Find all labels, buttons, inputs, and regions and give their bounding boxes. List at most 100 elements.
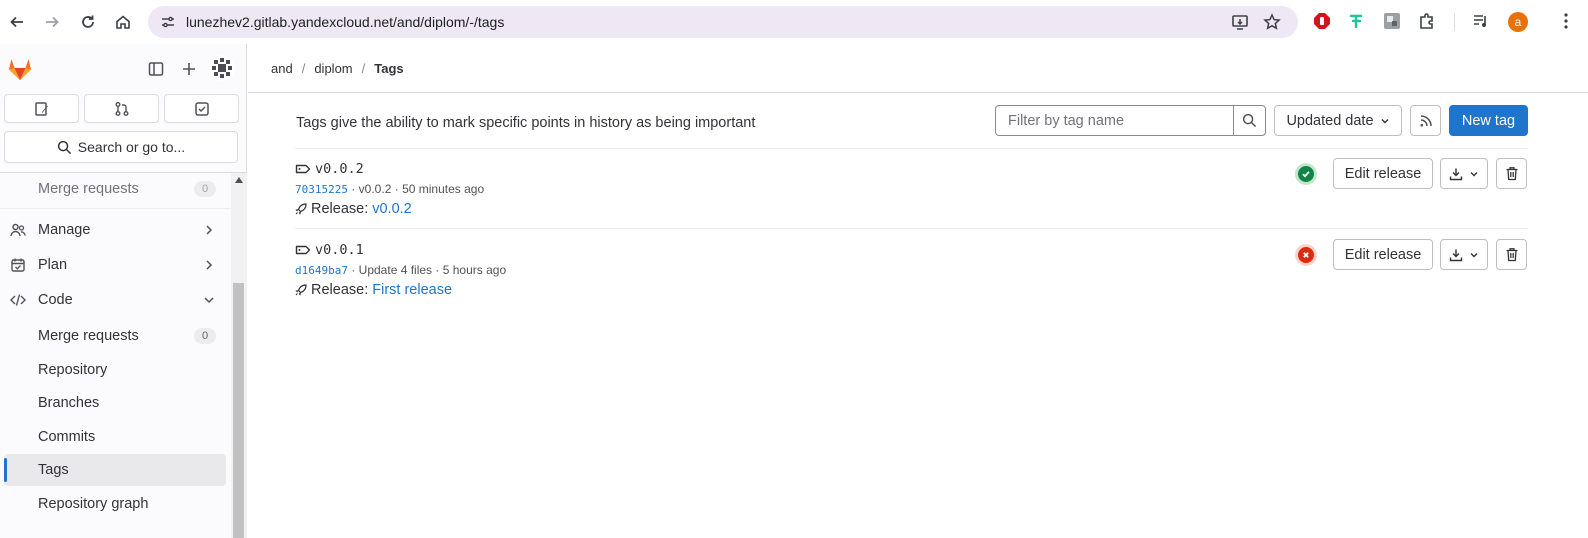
address-bar[interactable]: lunezhev2.gitlab.yandexcloud.net/and/dip… <box>148 6 1298 38</box>
translator-extension-icon[interactable] <box>1347 11 1367 31</box>
edit-release-button[interactable]: Edit release <box>1333 158 1433 189</box>
filter-placeholder: Filter by tag name <box>1008 113 1125 129</box>
media-controls-icon[interactable] <box>1471 11 1491 31</box>
breadcrumb-item-group[interactable]: and <box>271 61 293 76</box>
tag-commit-meta: d1649ba7 · Update 4 files · 5 hours ago <box>295 263 506 277</box>
scrollbar-thumb[interactable] <box>233 283 244 538</box>
tag-name[interactable]: v0.0.1 <box>295 242 364 258</box>
browser-toolbar: lunezhev2.gitlab.yandexcloud.net/and/dip… <box>0 0 1588 44</box>
delete-tag-button[interactable] <box>1496 239 1527 270</box>
header-divider <box>248 92 1588 93</box>
sort-dropdown[interactable]: Updated date <box>1274 105 1402 136</box>
sort-label: Updated date <box>1286 112 1374 129</box>
merge-requests-counter[interactable] <box>84 94 159 123</box>
search-icon <box>57 140 71 154</box>
pipeline-status-success[interactable] <box>1295 163 1317 185</box>
home-icon[interactable] <box>110 9 136 35</box>
gitlab-logo-icon[interactable] <box>6 55 34 83</box>
meta-separator: · <box>351 182 359 196</box>
sidebar-item-label: Commits <box>38 429 96 445</box>
forward-icon[interactable] <box>39 9 65 35</box>
download-dropdown[interactable] <box>1440 158 1488 189</box>
search-icon <box>1242 113 1257 128</box>
breadcrumb-item-current[interactable]: Tags <box>374 61 403 76</box>
tag-release: Release: v0.0.2 <box>295 201 412 217</box>
chevron-down-icon <box>1470 171 1478 176</box>
pipeline-status-failed[interactable] <box>1295 244 1317 266</box>
delete-tag-button[interactable] <box>1496 158 1527 189</box>
issues-icon <box>34 101 48 116</box>
sidebar-item-branches[interactable]: Branches <box>4 387 226 419</box>
count-badge: 0 <box>194 328 216 344</box>
sidebar-item-label: Merge requests <box>38 181 139 197</box>
download-icon <box>1449 249 1463 261</box>
sidebar-item-code-merge-requests[interactable]: Merge requests 0 <box>4 320 226 352</box>
sidebar-item-code[interactable]: Code <box>4 284 226 316</box>
commit-sha-link[interactable]: 70315225 <box>295 183 348 196</box>
create-new-icon[interactable] <box>178 58 200 80</box>
toggle-sidebar-icon[interactable] <box>145 58 167 80</box>
issues-counter[interactable] <box>4 94 79 123</box>
reload-icon[interactable] <box>75 9 101 35</box>
edit-release-button[interactable]: Edit release <box>1333 239 1433 270</box>
chevron-down-icon <box>1381 118 1389 123</box>
sidebar-item-plan[interactable]: Plan <box>4 249 226 281</box>
commit-time: 5 hours ago <box>442 263 507 277</box>
commit-sha-link[interactable]: d1649ba7 <box>295 264 348 277</box>
sidebar-scrollbar[interactable] <box>231 173 247 538</box>
sidebar-header <box>0 44 247 94</box>
sidebar-item-label: Tags <box>38 462 69 478</box>
check-icon <box>1302 171 1310 178</box>
filter-search-button[interactable] <box>1233 105 1265 136</box>
count-badge: 0 <box>194 181 216 197</box>
download-dropdown[interactable] <box>1440 239 1488 270</box>
install-app-icon[interactable] <box>1230 12 1250 32</box>
release-link[interactable]: v0.0.2 <box>372 201 412 217</box>
rss-feed-button[interactable] <box>1410 105 1441 136</box>
extensions-puzzle-icon[interactable] <box>1417 11 1437 31</box>
sidebar-item-tags[interactable]: Tags <box>4 454 226 486</box>
close-icon <box>1303 252 1309 258</box>
todos-counter[interactable] <box>164 94 239 123</box>
meta-separator: · <box>351 263 359 277</box>
commit-message: v0.0.2 <box>358 182 392 196</box>
download-icon <box>1449 168 1463 180</box>
tag-name-text[interactable]: v0.0.1 <box>315 242 364 258</box>
search-or-go-to-button[interactable]: Search or go to... <box>4 131 238 163</box>
breadcrumb-item-project[interactable]: diplom <box>314 61 352 76</box>
trash-icon <box>1506 248 1517 262</box>
chevron-down-icon <box>1470 252 1478 257</box>
sidebar-item-label: Manage <box>38 222 91 238</box>
release-prefix: Release: <box>311 201 369 217</box>
tag-name[interactable]: v0.0.2 <box>295 161 364 177</box>
sidebar-item-label: Code <box>38 292 73 308</box>
sidebar-item-label: Branches <box>38 395 100 411</box>
sidebar-item-merge-requests-pinned[interactable]: Merge requests 0 <box>4 173 226 205</box>
sidebar-item-repository[interactable]: Repository <box>4 354 226 386</box>
tag-row: v0.0.2 70315225 · v0.0.2 · 50 minutes ag… <box>295 158 1528 241</box>
site-info-icon[interactable] <box>158 12 178 32</box>
todo-icon <box>194 101 209 116</box>
url-text[interactable]: lunezhev2.gitlab.yandexcloud.net/and/dip… <box>186 14 504 30</box>
sidebar-item-manage[interactable]: Manage <box>4 214 226 246</box>
list-divider <box>295 148 1528 149</box>
sidebar-item-repository-graph[interactable]: Repository graph <box>4 488 226 520</box>
sidebar-counters <box>4 94 239 123</box>
profile-avatar[interactable]: a <box>1508 12 1528 32</box>
tag-commit-meta: 70315225 · v0.0.2 · 50 minutes ago <box>295 182 484 196</box>
pinned-divider <box>0 208 231 209</box>
bookmark-star-icon[interactable] <box>1262 12 1282 32</box>
browser-menu-icon[interactable] <box>1556 11 1576 31</box>
commit-time: 50 minutes ago <box>402 182 485 196</box>
sidebar-item-commits[interactable]: Commits <box>4 421 226 453</box>
new-tag-button[interactable]: New tag <box>1449 105 1528 136</box>
scroll-up-arrow-icon[interactable] <box>235 177 243 183</box>
filter-by-tag-input[interactable]: Filter by tag name <box>995 105 1266 136</box>
image-extension-icon[interactable] <box>1382 11 1402 31</box>
release-link[interactable]: First release <box>372 282 452 298</box>
merge-request-icon <box>115 101 128 116</box>
adblock-extension-icon[interactable] <box>1312 11 1332 31</box>
tag-name-text[interactable]: v0.0.2 <box>315 161 364 177</box>
back-icon[interactable] <box>4 9 30 35</box>
user-avatar[interactable] <box>209 55 235 81</box>
